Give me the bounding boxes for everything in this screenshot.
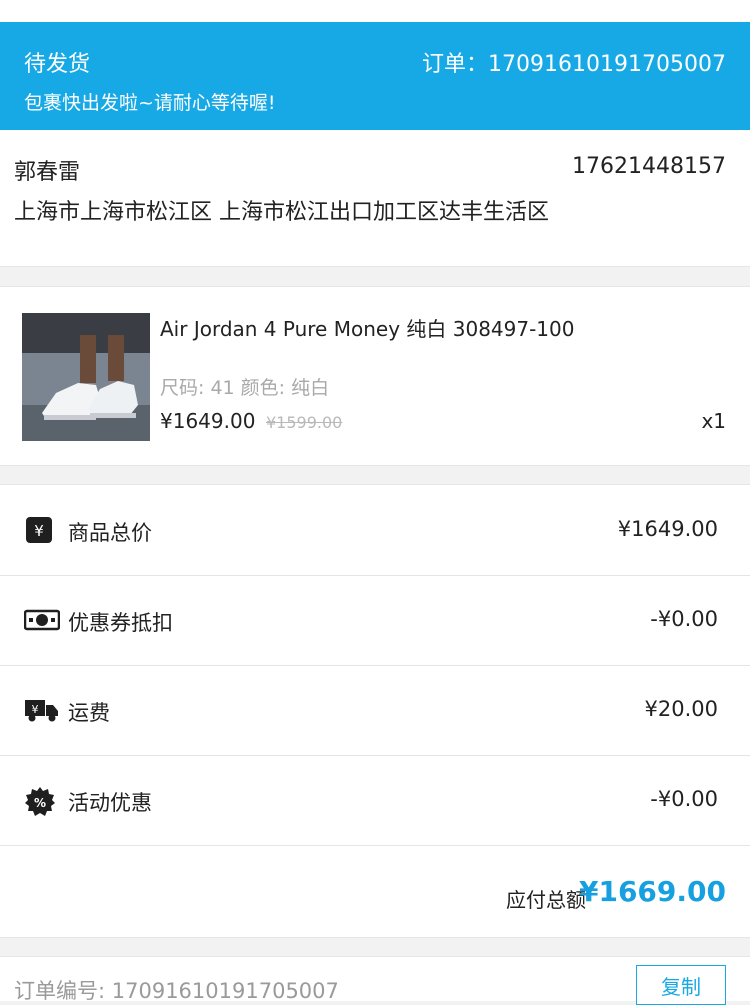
product-quantity: x1 — [701, 409, 726, 433]
address-line: 上海市上海市松江区 上海市松江出口加工区达丰生活区 — [14, 200, 549, 225]
total-payable: 应付总额 ¥1669.00 — [0, 847, 750, 937]
coupon-icon — [23, 606, 61, 634]
summary-value: -¥0.00 — [650, 787, 718, 811]
summary-row-goods-total: ¥ 商品总价 ¥1649.00 — [0, 485, 750, 576]
order-status-banner: 待发货 订单：17091610191705007 包裹快出发啦~请耐心等待喔! — [0, 22, 750, 130]
delivery-truck-icon: ¥ — [24, 696, 58, 724]
summary-value: ¥1649.00 — [617, 517, 718, 541]
product-spec: 尺码: 41 颜色: 纯白 — [160, 377, 330, 399]
svg-text:¥: ¥ — [32, 703, 39, 716]
summary-label: 商品总价 — [68, 521, 152, 545]
top-strip — [0, 0, 750, 22]
recipient-name: 郭春雷 — [14, 160, 81, 185]
discount-badge-icon: % — [24, 786, 55, 816]
summary-label: 运费 — [68, 701, 110, 725]
copy-button[interactable]: 复制 — [636, 965, 726, 1005]
product-item[interactable]: Air Jordan 4 Pure Money 纯白 308497-100 尺码… — [0, 286, 750, 466]
summary-value: -¥0.00 — [650, 607, 718, 631]
yen-icon: ¥ — [24, 516, 54, 544]
price-summary: ¥ 商品总价 ¥1649.00 优惠券抵扣 -¥0.00 ¥ 运费 ¥20.00… — [0, 484, 750, 938]
svg-text:¥: ¥ — [34, 522, 44, 540]
shipping-address[interactable]: 郭春雷 17621448157 上海市上海市松江区 上海市松江出口加工区达丰生活… — [0, 130, 750, 267]
summary-row-coupon: 优惠券抵扣 -¥0.00 — [0, 575, 750, 666]
total-value: ¥1669.00 — [578, 875, 726, 908]
status-title: 待发货 — [24, 52, 91, 77]
order-number-bar: 订单编号: 17091610191705007 复制 — [0, 956, 750, 1005]
status-order-number: 订单：17091610191705007 — [422, 52, 726, 77]
product-name: Air Jordan 4 Pure Money 纯白 308497-100 — [160, 317, 575, 341]
summary-row-shipping: ¥ 运费 ¥20.00 — [0, 665, 750, 756]
product-price: ¥1649.00 — [160, 409, 256, 433]
product-original-price: ¥1599.00 — [266, 413, 343, 432]
summary-row-promotion: % 活动优惠 -¥0.00 — [0, 755, 750, 846]
product-image[interactable] — [22, 313, 150, 441]
summary-value: ¥20.00 — [644, 697, 718, 721]
total-label: 应付总额 — [506, 888, 586, 912]
order-number: 订单编号: 17091610191705007 — [14, 979, 339, 1003]
recipient-phone: 17621448157 — [572, 154, 726, 179]
summary-label: 优惠券抵扣 — [68, 611, 173, 635]
status-subtitle: 包裹快出发啦~请耐心等待喔! — [24, 92, 276, 114]
svg-text:%: % — [34, 796, 46, 810]
summary-label: 活动优惠 — [68, 791, 152, 815]
